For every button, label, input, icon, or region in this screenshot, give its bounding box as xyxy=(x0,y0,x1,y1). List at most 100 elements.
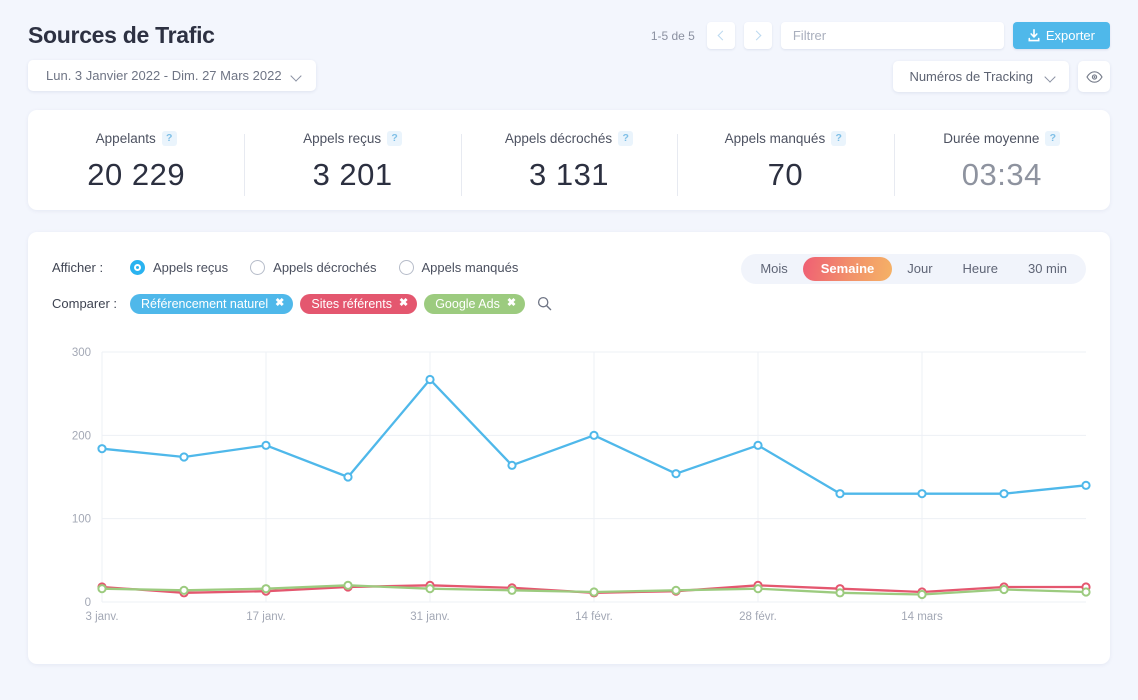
line-chart: 01002003003 janv.17 janv.31 janv.14 févr… xyxy=(52,340,1094,640)
data-point xyxy=(1082,588,1089,595)
data-point xyxy=(836,589,843,596)
kpi-label-text: Durée moyenne xyxy=(943,131,1039,146)
granularity-semaine[interactable]: Semaine xyxy=(803,257,892,281)
kpi-label: Appels reçus ? xyxy=(303,131,402,146)
kpi-label: Appels manqués ? xyxy=(725,131,847,146)
data-point xyxy=(98,445,105,452)
radio-label: Appels décrochés xyxy=(273,260,376,275)
granularity-mois[interactable]: Mois xyxy=(745,257,802,281)
export-label: Exporter xyxy=(1046,28,1095,43)
data-point xyxy=(918,591,925,598)
kpi-value: 3 201 xyxy=(244,157,460,193)
x-axis-tick: 3 janv. xyxy=(85,611,118,623)
data-point xyxy=(672,587,679,594)
data-point xyxy=(754,442,761,449)
kpi-duree-moyenne: Durée moyenne ? 03:34 xyxy=(894,126,1110,195)
chip-label: Google Ads xyxy=(435,297,500,311)
compare-control-row: Comparer : Référencement naturel ✖ Sites… xyxy=(52,290,1086,317)
kpi-value: 20 229 xyxy=(28,157,244,193)
data-point xyxy=(672,470,679,477)
header-controls: 1-5 de 5 Exporter Numéros de Tracking xyxy=(651,22,1110,92)
data-point xyxy=(918,490,925,497)
kpi-label: Appelants ? xyxy=(96,131,177,146)
kpi-label: Appels décrochés ? xyxy=(505,131,633,146)
data-point xyxy=(754,585,761,592)
radio-label: Appels manqués xyxy=(422,260,519,275)
data-point xyxy=(262,442,269,449)
y-axis-tick: 300 xyxy=(72,347,91,359)
kpi-label-text: Appels manqués xyxy=(725,131,826,146)
kpi-label: Durée moyenne ? xyxy=(943,131,1060,146)
chevron-down-icon xyxy=(291,72,302,79)
help-icon[interactable]: ? xyxy=(618,131,633,146)
chevron-right-icon xyxy=(751,31,761,41)
data-point xyxy=(1000,490,1007,497)
help-icon[interactable]: ? xyxy=(162,131,177,146)
radio-appels-decroches[interactable]: Appels décrochés xyxy=(250,260,376,275)
y-axis-tick: 200 xyxy=(72,430,91,442)
chart-plot-area: 01002003003 janv.17 janv.31 janv.14 févr… xyxy=(52,340,1086,640)
granularity-heure[interactable]: Heure xyxy=(948,257,1013,281)
granularity-toggle: Mois Semaine Jour Heure 30 min xyxy=(741,254,1086,284)
radio-appels-recus[interactable]: Appels reçus xyxy=(130,260,228,275)
chip-label: Référencement naturel xyxy=(141,297,268,311)
page-header: Sources de Trafic Lun. 3 Janvier 2022 - … xyxy=(0,0,1138,110)
data-point xyxy=(180,453,187,460)
display-radio-group: Appels reçus Appels décrochés Appels man… xyxy=(130,260,518,275)
kpi-value: 3 131 xyxy=(461,157,677,193)
pagination-next-button[interactable] xyxy=(744,22,772,49)
data-point xyxy=(344,582,351,589)
data-point xyxy=(98,585,105,592)
chip-referencement-naturel[interactable]: Référencement naturel ✖ xyxy=(130,294,293,314)
compare-label: Comparer : xyxy=(52,296,130,311)
data-point xyxy=(426,376,433,383)
data-point xyxy=(508,462,515,469)
pagination-prev-button[interactable] xyxy=(707,22,735,49)
kpi-appelants: Appelants ? 20 229 xyxy=(28,126,244,195)
help-icon[interactable]: ? xyxy=(1045,131,1060,146)
data-point xyxy=(508,587,515,594)
help-icon[interactable]: ? xyxy=(387,131,402,146)
data-point xyxy=(180,587,187,594)
data-point xyxy=(344,473,351,480)
display-label: Afficher : xyxy=(52,260,130,275)
data-point xyxy=(1000,586,1007,593)
radio-dot-icon xyxy=(399,260,414,275)
help-icon[interactable]: ? xyxy=(831,131,846,146)
tracking-numbers-label: Numéros de Tracking xyxy=(909,69,1033,84)
x-axis-tick: 14 mars xyxy=(901,611,943,623)
granularity-30min[interactable]: 30 min xyxy=(1013,257,1082,281)
kpi-value: 70 xyxy=(677,157,893,193)
granularity-jour[interactable]: Jour xyxy=(892,257,947,281)
kpi-value: 03:34 xyxy=(894,157,1110,193)
x-axis-tick: 31 janv. xyxy=(410,611,449,623)
date-range-picker[interactable]: Lun. 3 Janvier 2022 - Dim. 27 Mars 2022 xyxy=(28,60,316,91)
eye-icon xyxy=(1086,71,1103,83)
data-point xyxy=(590,432,597,439)
chip-remove-icon[interactable]: ✖ xyxy=(507,298,516,309)
header-top-row: 1-5 de 5 Exporter xyxy=(651,22,1110,49)
y-axis-tick: 0 xyxy=(85,597,91,609)
radio-appels-manques[interactable]: Appels manqués xyxy=(399,260,519,275)
chip-google-ads[interactable]: Google Ads ✖ xyxy=(424,294,525,314)
pagination-count: 1-5 de 5 xyxy=(651,29,695,43)
chart-card: Afficher : Appels reçus Appels décrochés… xyxy=(28,232,1110,664)
visibility-toggle-button[interactable] xyxy=(1078,61,1110,92)
chip-sites-referents[interactable]: Sites référents ✖ xyxy=(300,294,417,314)
data-point xyxy=(836,490,843,497)
kpi-summary-card: Appelants ? 20 229 Appels reçus ? 3 201 … xyxy=(28,110,1110,210)
data-point xyxy=(426,585,433,592)
chip-remove-icon[interactable]: ✖ xyxy=(399,298,408,309)
chip-label: Sites référents xyxy=(311,297,392,311)
x-axis-tick: 17 janv. xyxy=(246,611,285,623)
y-axis-tick: 100 xyxy=(72,514,91,526)
search-icon[interactable] xyxy=(537,296,552,311)
radio-label: Appels reçus xyxy=(153,260,228,275)
chip-remove-icon[interactable]: ✖ xyxy=(275,298,284,309)
kpi-label-text: Appelants xyxy=(96,131,156,146)
tracking-numbers-select[interactable]: Numéros de Tracking xyxy=(893,61,1069,92)
x-axis-tick: 28 févr. xyxy=(739,611,777,623)
export-button[interactable]: Exporter xyxy=(1013,22,1110,49)
filter-input[interactable] xyxy=(781,22,1004,49)
header-bottom-row: Numéros de Tracking xyxy=(893,61,1110,92)
